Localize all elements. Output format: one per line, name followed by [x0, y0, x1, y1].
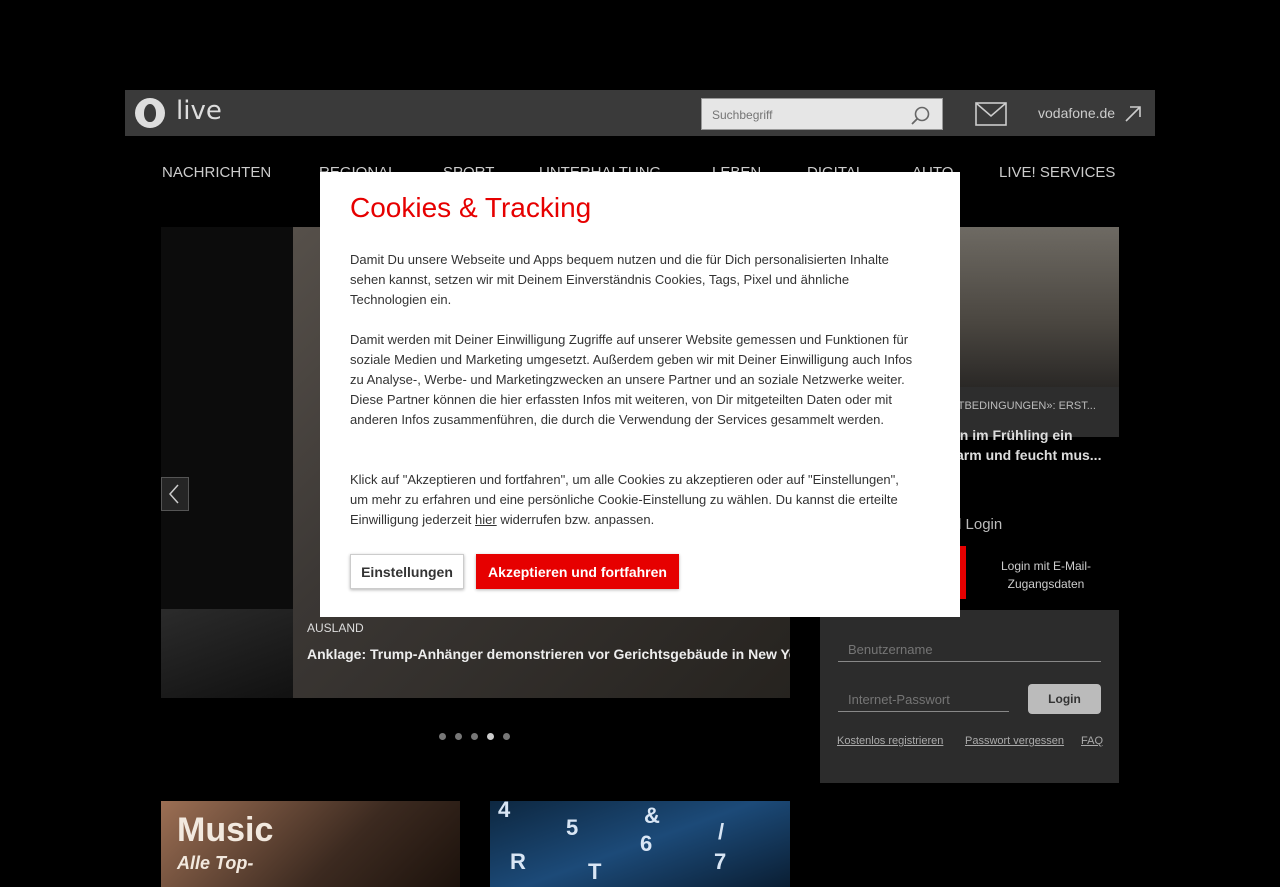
slider-dot[interactable] [455, 733, 462, 740]
faq-link[interactable]: FAQ [1081, 735, 1103, 747]
revoke-consent-link[interactable]: hier [475, 512, 497, 527]
hero-keyboard-image [161, 609, 293, 698]
slider-dot[interactable] [471, 733, 478, 740]
external-link-icon[interactable] [1123, 104, 1143, 124]
settings-button[interactable]: Einstellungen [350, 554, 464, 589]
search-icon[interactable] [910, 105, 932, 127]
slider-dot[interactable] [439, 733, 446, 740]
username-field[interactable] [838, 638, 1101, 662]
cookie-dialog-title: Cookies & Tracking [350, 192, 592, 223]
cookie-paragraph-3: Klick auf "Akzeptieren und fortfahren", … [350, 470, 920, 530]
login-email-tab[interactable]: Login mit E-Mail-Zugangsdaten [992, 557, 1100, 593]
accept-and-continue-button[interactable]: Akzeptieren und fortfahren [476, 554, 679, 589]
nav-item-live-services[interactable]: LIVE! SERVICES [999, 164, 1115, 181]
music-tile[interactable]: Music Alle Top- [161, 801, 460, 887]
password-field[interactable] [838, 688, 1009, 712]
chevron-left-icon [168, 484, 179, 504]
keyboard-key: R [510, 849, 526, 874]
hero-title[interactable]: Anklage: Trump-Anhänger demonstrieren vo… [307, 646, 790, 662]
side-article-category[interactable]: RTBEDINGUNGEN»: ERST... [950, 400, 1096, 412]
cookie-consent-dialog: Cookies & Tracking Damit Du unsere Webse… [320, 172, 960, 617]
keyboard-key: 6 [640, 831, 653, 856]
music-tile-title: Music [177, 811, 274, 849]
slider-dot-active[interactable] [487, 733, 494, 740]
forgot-password-link[interactable]: Passwort vergessen [965, 735, 1064, 747]
login-button[interactable]: Login [1028, 684, 1101, 714]
slider-dot[interactable] [503, 733, 510, 740]
nav-item-nachrichten[interactable]: NACHRICHTEN [162, 164, 271, 181]
login-title: d Login [953, 516, 1003, 533]
cookie-paragraph-1: Damit Du unsere Webseite und Apps bequem… [350, 252, 889, 307]
search-input[interactable] [710, 105, 894, 125]
keyboard-tile[interactable]: 4 5 & 6 7 / R T [490, 801, 790, 887]
mail-icon[interactable] [975, 102, 1007, 126]
keyboard-key: T [588, 859, 602, 884]
music-tile-subtitle: Alle Top- [177, 853, 254, 873]
top-bar: live vodafone.de [125, 90, 1155, 136]
hero-category[interactable]: AUSLAND [307, 621, 364, 635]
vodafone-logo-icon[interactable] [135, 98, 165, 128]
keyboard-key: 4 [498, 801, 511, 822]
logo-text[interactable]: live [176, 96, 222, 126]
keyboard-key: & [644, 803, 660, 828]
vodafone-link[interactable]: vodafone.de [1038, 105, 1115, 121]
cookie-paragraph-2: Damit werden mit Deiner Einwilligung Zug… [350, 332, 913, 427]
register-link[interactable]: Kostenlos registrieren [837, 735, 943, 747]
search-box [701, 98, 943, 130]
hero-prev-slide-image [161, 227, 293, 609]
keyboard-key: 7 [714, 849, 727, 874]
slider-prev-button[interactable] [161, 477, 189, 511]
login-panel: Login Kostenlos registrieren Passwort ve… [820, 610, 1119, 783]
keyboard-key: 5 [566, 815, 579, 840]
cookie-paragraph-3-end: widerrufen bzw. anpassen. [496, 512, 655, 527]
keyboard-key: / [718, 819, 725, 844]
